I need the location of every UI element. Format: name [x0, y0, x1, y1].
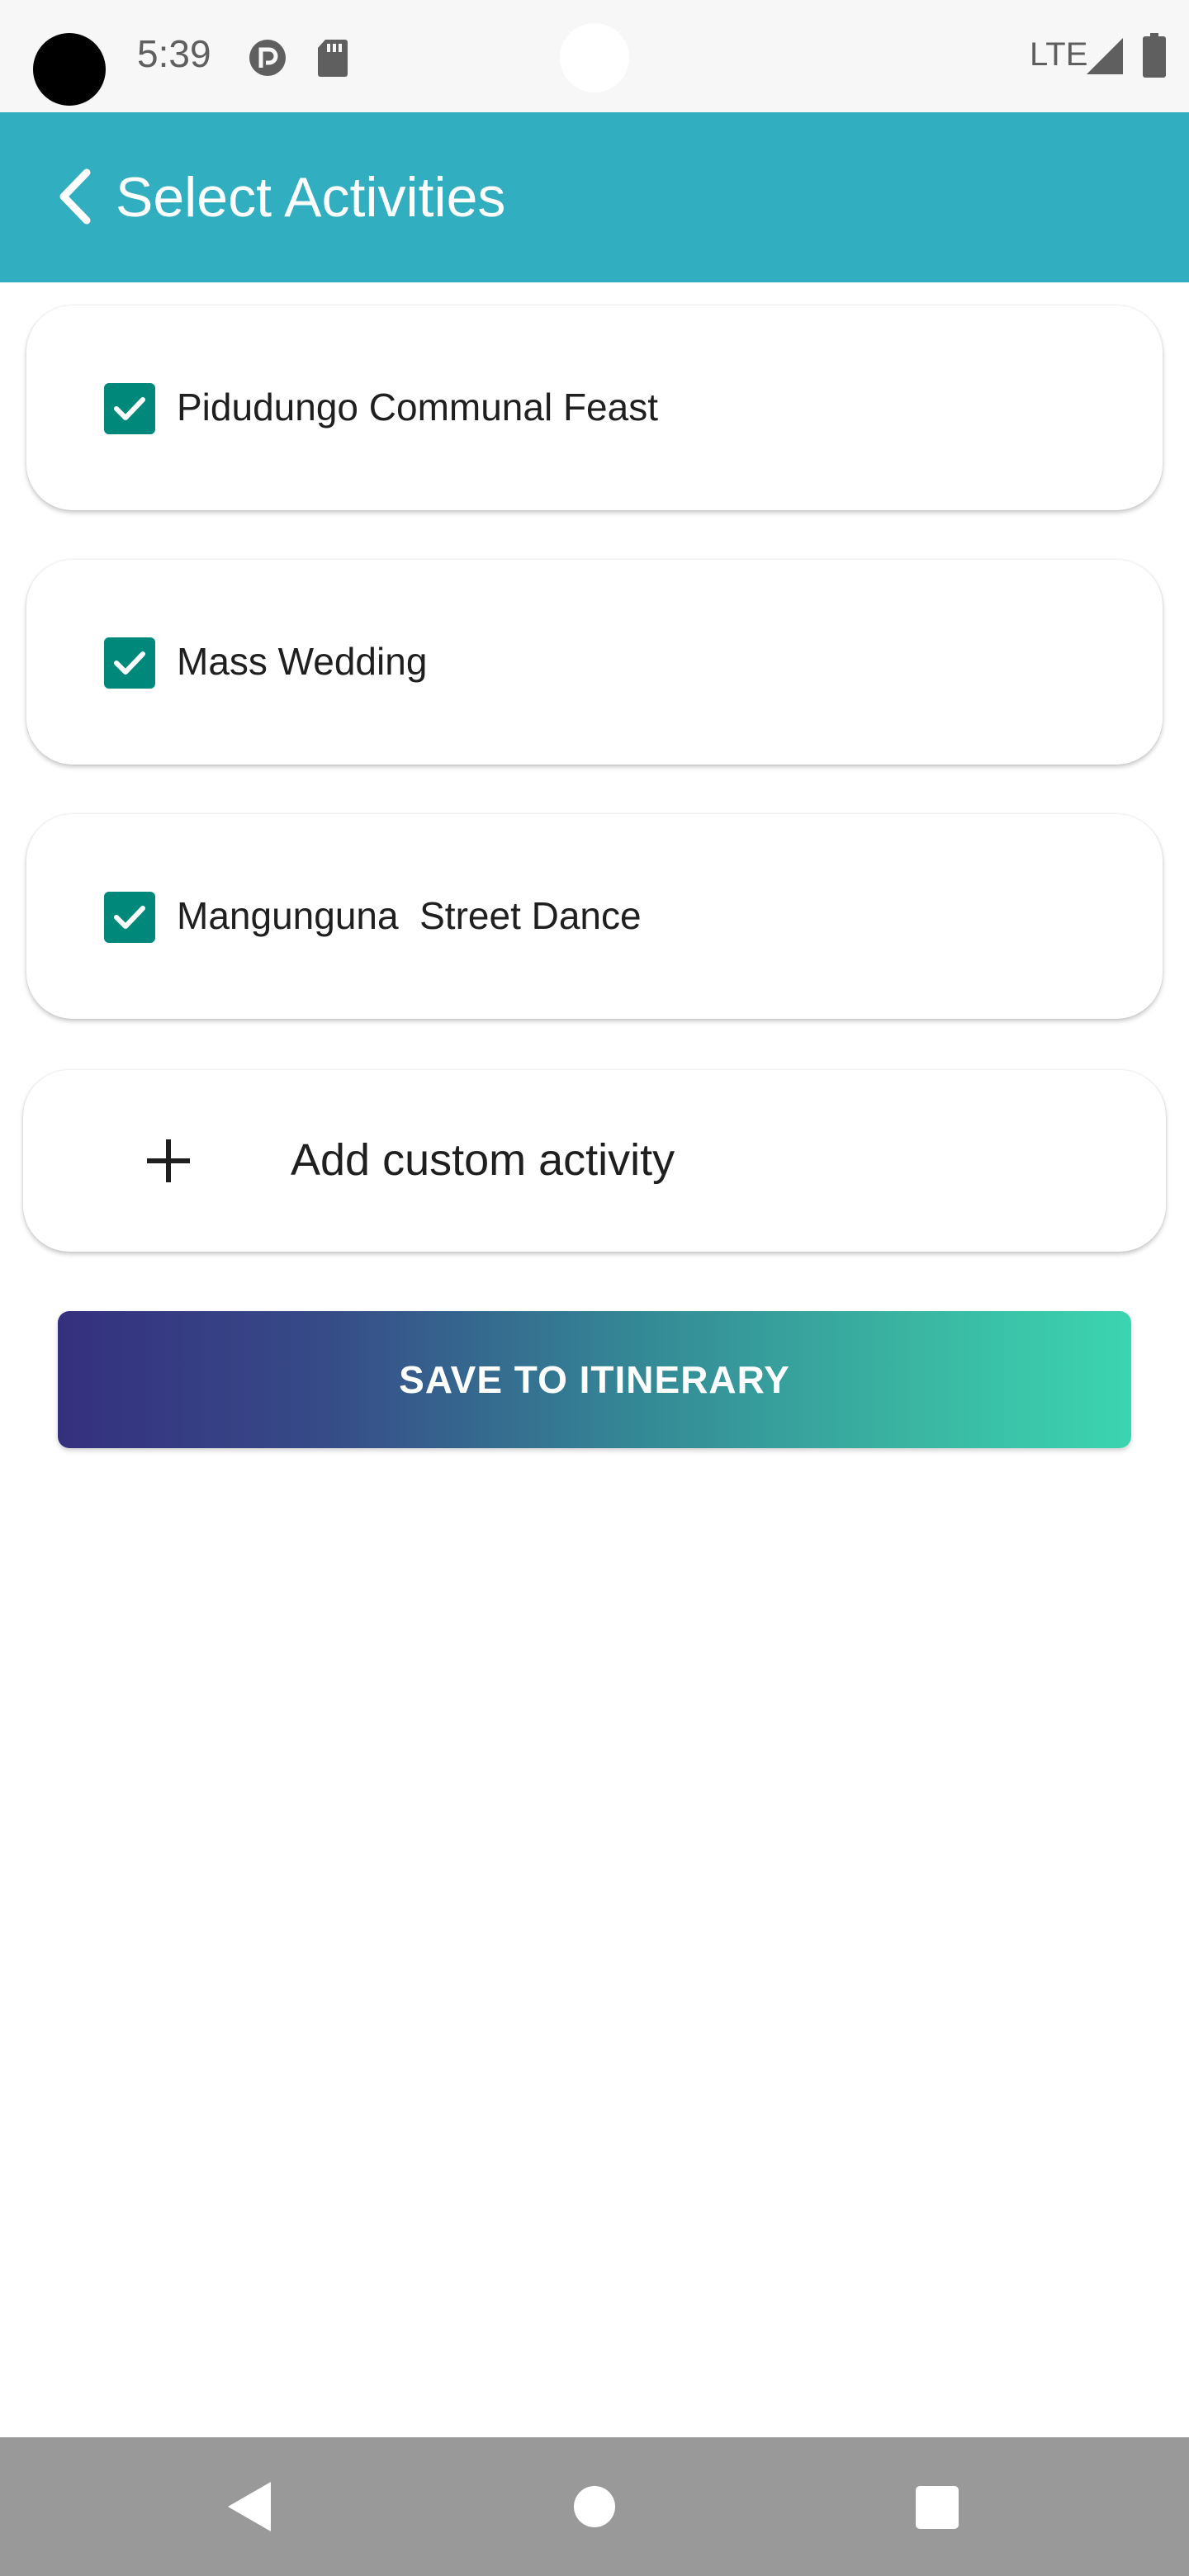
- nav-back-icon[interactable]: [223, 2479, 276, 2535]
- camera-cutout: [560, 23, 629, 92]
- activity-checkbox[interactable]: [104, 383, 155, 434]
- activity-card[interactable]: Mass Wedding: [26, 560, 1163, 765]
- sd-card-icon: [318, 40, 348, 77]
- status-time: 5:39: [137, 32, 211, 75]
- pocket-casts-icon: [249, 40, 286, 76]
- activity-card[interactable]: Pidudungo Communal Feast: [26, 305, 1163, 510]
- activity-checkbox[interactable]: [104, 637, 155, 689]
- status-bar: 5:39 LTE: [0, 0, 1189, 112]
- activity-label: Pidudungo Communal Feast: [177, 386, 658, 429]
- page-title: Select Activities: [116, 166, 506, 229]
- plus-icon: [147, 1139, 190, 1182]
- app-bar: Select Activities: [0, 112, 1189, 282]
- battery-icon: [1143, 33, 1166, 78]
- nav-home-icon[interactable]: [573, 2485, 616, 2528]
- back-button[interactable]: [33, 155, 116, 238]
- add-custom-activity-label: Add custom activity: [291, 1135, 675, 1185]
- status-dot: [33, 33, 106, 106]
- signal-icon: [1087, 38, 1123, 74]
- navigation-bar: [0, 2437, 1189, 2576]
- activity-checkbox[interactable]: [104, 892, 155, 943]
- activity-label: Mass Wedding: [177, 640, 428, 683]
- chevron-left-icon: [59, 168, 91, 225]
- add-custom-activity-button[interactable]: Add custom activity: [23, 1070, 1166, 1252]
- checkmark-icon: [114, 906, 145, 929]
- activity-card[interactable]: Mangunguna Street Dance: [26, 814, 1163, 1019]
- nav-recents-icon[interactable]: [915, 2485, 959, 2530]
- save-to-itinerary-button[interactable]: SAVE TO ITINERARY: [58, 1311, 1131, 1448]
- network-type: LTE: [1030, 36, 1088, 73]
- activity-label: Mangunguna Street Dance: [177, 894, 642, 937]
- checkmark-icon: [114, 651, 145, 675]
- checkmark-icon: [114, 397, 145, 420]
